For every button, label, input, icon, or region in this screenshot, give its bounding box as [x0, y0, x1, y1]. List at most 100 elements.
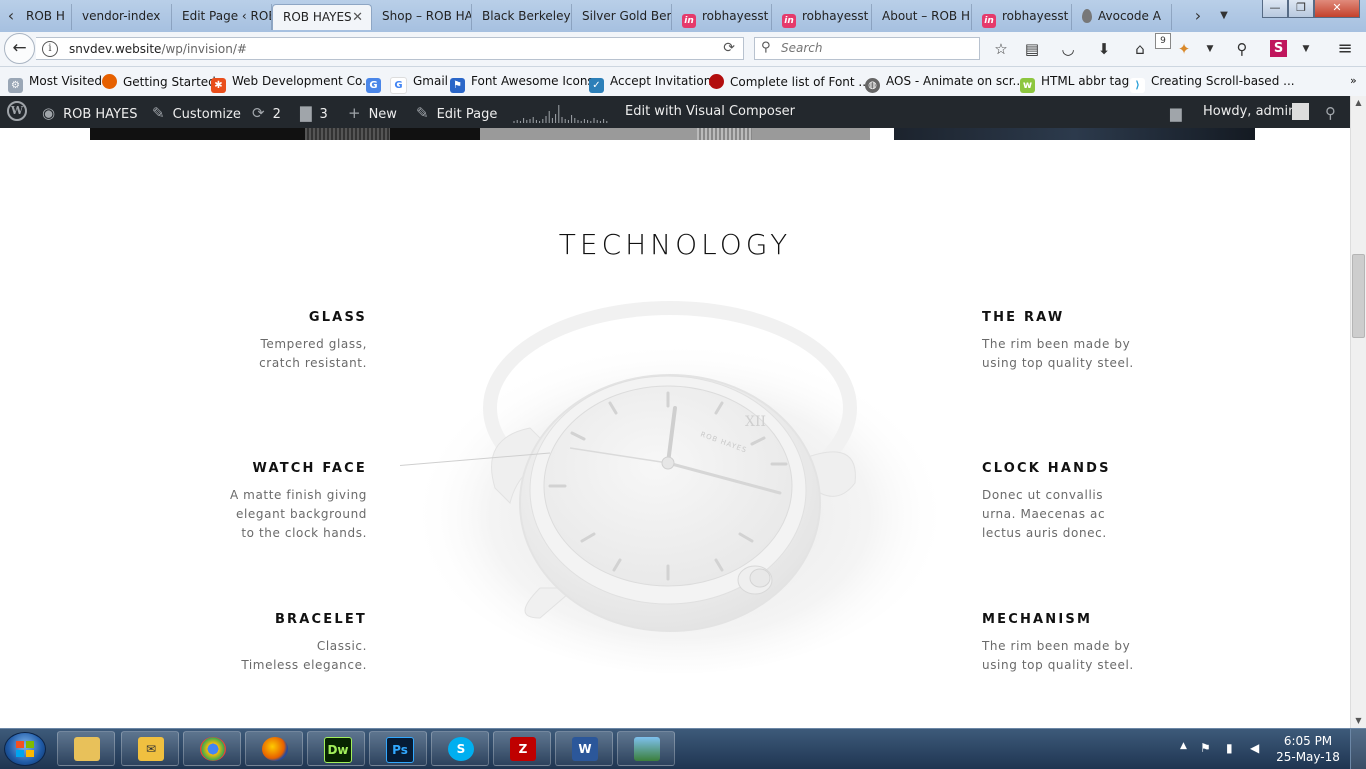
scroll-up-icon[interactable]: ▲	[1351, 96, 1366, 110]
pocket-icon[interactable]: ◡	[1058, 39, 1078, 59]
taskbar-skype[interactable]: S	[431, 731, 489, 766]
pin-icon[interactable]: ⚲	[1232, 39, 1252, 59]
edit-page-label: Edit Page	[436, 107, 498, 122]
tab-avocode[interactable]: Avocode A	[1072, 4, 1172, 30]
maximize-window-button[interactable]: ❐	[1288, 0, 1314, 18]
bookmark-accept-invitation[interactable]: ✓ Accept Invitation	[589, 74, 711, 93]
search-bar[interactable]: ⚲	[754, 37, 980, 60]
url-path: /wp/invision/#	[161, 42, 247, 56]
back-button[interactable]: ←	[4, 33, 35, 64]
bookmark-star-icon[interactable]: ☆	[991, 39, 1011, 59]
show-desktop-button[interactable]	[1350, 729, 1366, 769]
tab-strip: ‹ ROB H vendor-index Edit Page ‹ ROB ROB…	[0, 0, 1366, 32]
tab-black-berkeley[interactable]: Black Berkeley	[472, 4, 572, 30]
feature-text: Classic. Timeless elegance.	[241, 639, 367, 672]
firefox-icon	[262, 737, 288, 761]
bookmark-font-awesome[interactable]: ⚑ Font Awesome Icons	[450, 74, 594, 93]
bookmarks-overflow-chevron-icon[interactable]: »	[1350, 74, 1357, 87]
tab-label: ROB HAYES	[283, 10, 352, 24]
extension-menu-chevron-down-icon[interactable]: ▼	[1200, 39, 1220, 59]
reading-list-icon[interactable]: ▤	[1022, 39, 1042, 59]
bookmark-html-abbr[interactable]: w HTML abbr tag	[1020, 74, 1129, 93]
start-button[interactable]	[4, 732, 46, 766]
url-bar[interactable]: i snvdev.website/wp/invision/# ⟳	[36, 37, 744, 60]
bookmark-getting-started[interactable]: Getting Started	[102, 74, 216, 89]
tab-label: robhayesst	[1002, 9, 1069, 23]
scroll-down-icon[interactable]: ▼	[1351, 714, 1366, 728]
bookmark-scroll-based[interactable]: ⟩ Creating Scroll-based ...	[1130, 74, 1295, 93]
wp-updates[interactable]: ⟳ 2	[252, 104, 281, 122]
wp-notifications-icon[interactable]: ▆	[1170, 104, 1190, 122]
tab-vendor-index[interactable]: vendor-index	[72, 4, 172, 30]
watch-illustration: ROB HAYES XII	[400, 301, 950, 673]
wp-customize[interactable]: ✎ Customize	[152, 104, 241, 122]
search-input[interactable]	[779, 40, 973, 56]
avatar[interactable]	[1292, 103, 1309, 120]
wp-admin-bar: W ◉ ROB HAYES ✎ Customize ⟳ 2 ▇ 3 + New ✎ Edit…	[0, 96, 1350, 128]
wp-edit-page[interactable]: ✎ Edit Page	[416, 104, 497, 122]
tab-edit-page[interactable]: Edit Page ‹ ROB	[172, 4, 272, 30]
folder-icon	[74, 737, 100, 761]
tab-rob-hayes-active[interactable]: ROB HAYES ✕	[272, 4, 372, 30]
wp-account[interactable]: Howdy, admin	[1203, 104, 1296, 119]
wp-new[interactable]: + New	[348, 104, 397, 122]
speaker-icon[interactable]: ◀	[1250, 741, 1259, 755]
wp-visual-composer[interactable]: Edit with Visual Composer	[625, 104, 795, 119]
taskbar-photo-viewer[interactable]	[617, 731, 675, 766]
tab-label: vendor-index	[82, 9, 161, 23]
webdev-icon: ✱	[211, 78, 226, 93]
tab-scroll-right-icon[interactable]: ›	[1190, 6, 1206, 26]
downloads-icon[interactable]: ⬇	[1094, 39, 1114, 59]
wordpress-logo-icon[interactable]: W	[7, 101, 27, 121]
tab-rob-hayes-1[interactable]: ROB H	[16, 4, 72, 30]
bookmark-web-development[interactable]: ✱ Web Development Co...	[211, 74, 374, 93]
scrollbar-thumb[interactable]	[1352, 254, 1365, 338]
wp-search-icon[interactable]: ⚲	[1325, 104, 1344, 122]
network-icon[interactable]: ▮	[1226, 741, 1233, 755]
photoshop-icon: Ps	[386, 737, 414, 763]
tab-about[interactable]: About – ROB H	[872, 4, 972, 30]
tab-label: Shop – ROB HA	[382, 9, 472, 23]
tab-invision-2[interactable]: in robhayesst	[772, 4, 872, 30]
vertical-scrollbar[interactable]: ▲ ▼	[1350, 96, 1366, 728]
bookmark-gmail[interactable]: G Gmail	[390, 74, 448, 94]
tray-flag-icon[interactable]: ⚑	[1200, 741, 1211, 755]
taskbar-word[interactable]: W	[555, 731, 613, 766]
site-info-icon[interactable]: i	[42, 41, 58, 57]
wp-site-name[interactable]: ◉ ROB HAYES	[42, 104, 137, 122]
s-extension-chevron-down-icon[interactable]: ▼	[1296, 39, 1316, 59]
reload-icon[interactable]: ⟳	[723, 40, 735, 56]
close-window-button[interactable]: ✕	[1314, 0, 1360, 18]
tab-silver-gold[interactable]: Silver Gold Berk	[572, 4, 672, 30]
extension-icon[interactable]: ✦	[1174, 39, 1194, 59]
w3-icon: w	[1020, 78, 1035, 93]
url-text[interactable]: snvdev.website/wp/invision/#	[69, 42, 247, 56]
taskbar-filezilla[interactable]: Z	[493, 731, 551, 766]
gallery-image-3	[894, 128, 1255, 140]
feature-title: CLOCK HANDS	[982, 461, 1111, 476]
taskbar-outlook[interactable]: ✉	[121, 731, 179, 766]
minimize-window-button[interactable]: —	[1262, 0, 1288, 18]
taskbar-firefox[interactable]	[245, 731, 303, 766]
tab-invision-1[interactable]: in robhayesst	[672, 4, 772, 30]
bookmark-aos[interactable]: ◍ AOS - Animate on scr...	[865, 74, 1024, 93]
feature-clock-hands: CLOCK HANDS Donec ut convallis urna. Mae…	[982, 461, 1182, 543]
wp-comments[interactable]: ▇ 3	[300, 104, 328, 122]
taskbar-photoshop[interactable]: Ps	[369, 731, 427, 766]
close-tab-icon[interactable]: ✕	[352, 10, 363, 25]
bookmark-most-visited[interactable]: ⚙ Most Visited	[8, 74, 102, 93]
system-clock[interactable]: 6:05 PM 25-May-18	[1276, 733, 1340, 765]
s-extension-icon[interactable]: S	[1270, 40, 1287, 57]
bookmark-font-list[interactable]: Complete list of Font ...	[709, 74, 870, 89]
taskbar-chrome[interactable]	[183, 731, 241, 766]
tab-list-chevron-down-icon[interactable]: ▼	[1216, 6, 1232, 26]
taskbar-dreamweaver[interactable]: Dw	[307, 731, 365, 766]
tray-expand-icon[interactable]: ▲	[1180, 741, 1187, 751]
tab-shop[interactable]: Shop – ROB HA	[372, 4, 472, 30]
home-icon[interactable]: ⌂	[1130, 39, 1150, 59]
taskbar-explorer[interactable]	[57, 731, 115, 766]
menu-hamburger-icon[interactable]: ≡	[1335, 39, 1355, 59]
bookmark-translate[interactable]: G	[366, 74, 381, 93]
tab-invision-3[interactable]: in robhayesst	[972, 4, 1072, 30]
stats-sparkline-icon[interactable]	[512, 102, 610, 124]
